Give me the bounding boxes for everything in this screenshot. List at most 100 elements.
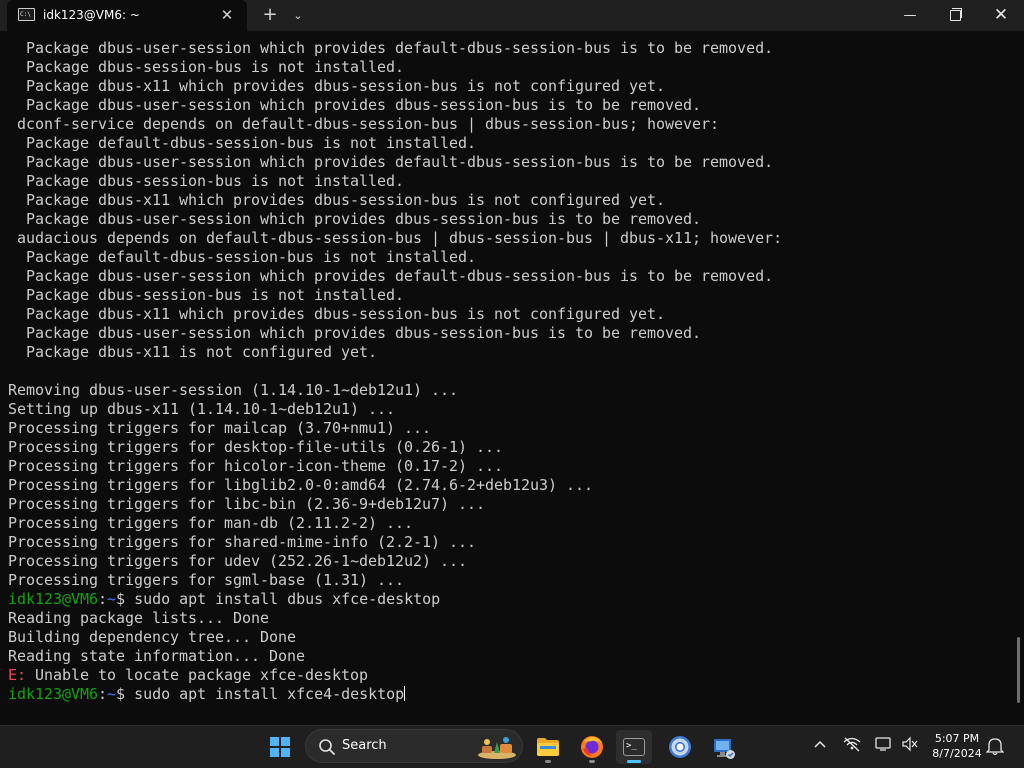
taskbar-clock[interactable]: 5:07 PM 8/7/2024: [926, 731, 988, 761]
output-line: Processing triggers for libglib2.0-0:amd…: [8, 476, 782, 495]
terminal-output[interactable]: Package dbus-user-session which provides…: [0, 31, 1024, 725]
line-text: Package dbus-x11 which provides dbus-ses…: [8, 77, 666, 95]
scrollbar-thumb[interactable]: [1017, 637, 1020, 703]
line-text: Processing triggers for man-db (2.11.2-2…: [8, 514, 414, 532]
output-line: Package dbus-x11 which provides dbus-ses…: [8, 191, 782, 210]
output-line: Processing triggers for shared-mime-info…: [8, 533, 782, 552]
output-line: Package dbus-user-session which provides…: [8, 39, 782, 58]
taskbar: Search >_ 5:07 PM 8/7/2024: [0, 725, 1024, 768]
title-bar: C:\ idk123@VM6: ~ ✕ + ⌄ — ✕: [0, 0, 1024, 31]
minimize-button[interactable]: —: [887, 0, 933, 31]
output-line: Reading state information... Done: [8, 647, 782, 666]
show-hidden-icons-chevron-icon[interactable]: [810, 736, 830, 756]
line-text: Reading state information... Done: [8, 647, 306, 665]
line-text: Processing triggers for libc-bin (2.36-9…: [8, 495, 486, 513]
output-line: Setting up dbus-x11 (1.14.10-1~deb12u1) …: [8, 400, 782, 419]
line-text: Processing triggers for udev (252.26-1~d…: [8, 552, 468, 570]
network-disconnected-icon[interactable]: [842, 736, 862, 756]
prompt-path: ~: [107, 685, 117, 703]
output-line: Package default-dbus-session-bus is not …: [8, 134, 782, 153]
remote-desktop-button[interactable]: [706, 730, 742, 764]
output-line: Processing triggers for desktop-file-uti…: [8, 438, 782, 457]
terminal-taskbar-button[interactable]: >_: [616, 730, 652, 764]
line-text: Processing triggers for hicolor-icon-the…: [8, 457, 504, 475]
clock-date: 8/7/2024: [932, 747, 982, 760]
prompt-symbol: $: [116, 590, 126, 608]
line-text: Package dbus-session-bus is not installe…: [8, 286, 405, 304]
output-line: Package default-dbus-session-bus is not …: [8, 248, 782, 267]
line-text: Package dbus-user-session which provides…: [8, 210, 702, 228]
taskbar-search[interactable]: Search: [305, 729, 523, 763]
search-label: Search: [342, 738, 387, 753]
prompt-path: ~: [107, 590, 117, 608]
prompt-user: idk123@VM6: [8, 685, 99, 703]
prompt-line: idk123@VM6:~$ sudo apt install xfce4-des…: [8, 685, 782, 704]
running-indicator: [545, 760, 551, 763]
start-button[interactable]: [262, 730, 298, 764]
output-line: Package dbus-user-session which provides…: [8, 267, 782, 286]
output-line: Package dbus-user-session which provides…: [8, 153, 782, 172]
line-text: Package default-dbus-session-bus is not …: [8, 134, 477, 152]
tab-dropdown-chevron-icon[interactable]: ⌄: [288, 6, 308, 26]
command-text: sudo apt install xfce4-desktop: [125, 685, 405, 703]
text-cursor: [404, 686, 406, 701]
firefox-button[interactable]: [574, 730, 610, 764]
error-prefix: E:: [8, 666, 27, 684]
output-line: Building dependency tree... Done: [8, 628, 782, 647]
running-indicator: [589, 760, 595, 763]
line-text: Removing dbus-user-session (1.14.10-1~de…: [8, 381, 459, 399]
output-line: Package dbus-x11 is not configured yet.: [8, 343, 782, 362]
output-line: Processing triggers for man-db (2.11.2-2…: [8, 514, 782, 533]
line-text: dconf-service depends on default-dbus-se…: [8, 115, 720, 133]
line-text: Package default-dbus-session-bus is not …: [8, 248, 477, 266]
output-line: Processing triggers for libc-bin (2.36-9…: [8, 495, 782, 514]
command-text: sudo apt install dbus xfce-desktop: [125, 590, 441, 608]
new-tab-button[interactable]: +: [259, 5, 281, 25]
line-text: Package dbus-user-session which provides…: [8, 153, 774, 171]
terminal-tab[interactable]: C:\ idk123@VM6: ~ ✕: [7, 0, 247, 31]
prompt-separator: :: [98, 590, 108, 608]
line-text: Setting up dbus-x11 (1.14.10-1~deb12u1) …: [8, 400, 396, 418]
output-line: Removing dbus-user-session (1.14.10-1~de…: [8, 381, 782, 400]
clock-time: 5:07 PM: [934, 732, 980, 745]
output-line: Package dbus-session-bus is not installe…: [8, 286, 782, 305]
line-text: Package dbus-user-session which provides…: [8, 324, 702, 342]
terminal-tab-icon: C:\: [18, 8, 35, 21]
output-line: Processing triggers for sgml-base (1.31)…: [8, 571, 782, 590]
line-text: Package dbus-session-bus is not installe…: [8, 58, 405, 76]
chrome-button[interactable]: [662, 730, 698, 764]
output-line: Package dbus-session-bus is not installe…: [8, 172, 782, 191]
terminal-lines: Package dbus-user-session which provides…: [8, 39, 782, 704]
firefox-icon: [581, 736, 603, 758]
line-text: Processing triggers for mailcap (3.70+nm…: [8, 419, 432, 437]
line-text: Package dbus-x11 is not configured yet.: [8, 343, 378, 361]
notification-bell-icon[interactable]: [985, 736, 1006, 756]
prompt-symbol: $: [116, 685, 126, 703]
line-text: Package dbus-session-bus is not installe…: [8, 172, 405, 190]
restore-icon: [949, 8, 962, 21]
file-explorer-button[interactable]: [530, 730, 566, 764]
output-line: Package dbus-user-session which provides…: [8, 96, 782, 115]
line-text: Package dbus-user-session which provides…: [8, 39, 774, 57]
output-line: Package dbus-x11 which provides dbus-ses…: [8, 305, 782, 324]
close-window-button[interactable]: ✕: [978, 0, 1024, 31]
prompt-user: idk123@VM6: [8, 590, 99, 608]
output-line: Processing triggers for mailcap (3.70+nm…: [8, 419, 782, 438]
chrome-icon: [669, 736, 691, 758]
windows-logo-icon: [270, 737, 290, 757]
folder-icon: [537, 738, 559, 756]
maximize-button[interactable]: [932, 0, 978, 31]
remote-desktop-icon: [714, 739, 735, 759]
tab-title: idk123@VM6: ~: [43, 8, 140, 22]
terminal-icon: >_: [623, 738, 645, 756]
line-text: Package dbus-x11 which provides dbus-ses…: [8, 191, 666, 209]
display-icon[interactable]: [874, 736, 894, 756]
line-text: Processing triggers for sgml-base (1.31)…: [8, 571, 405, 589]
tab-close-icon[interactable]: ✕: [217, 6, 237, 24]
line-text: Processing triggers for desktop-file-uti…: [8, 438, 504, 456]
line-text: Package dbus-user-session which provides…: [8, 267, 774, 285]
line-text: Building dependency tree... Done: [8, 628, 297, 646]
volume-muted-icon[interactable]: [900, 736, 920, 756]
search-icon: [318, 738, 336, 756]
